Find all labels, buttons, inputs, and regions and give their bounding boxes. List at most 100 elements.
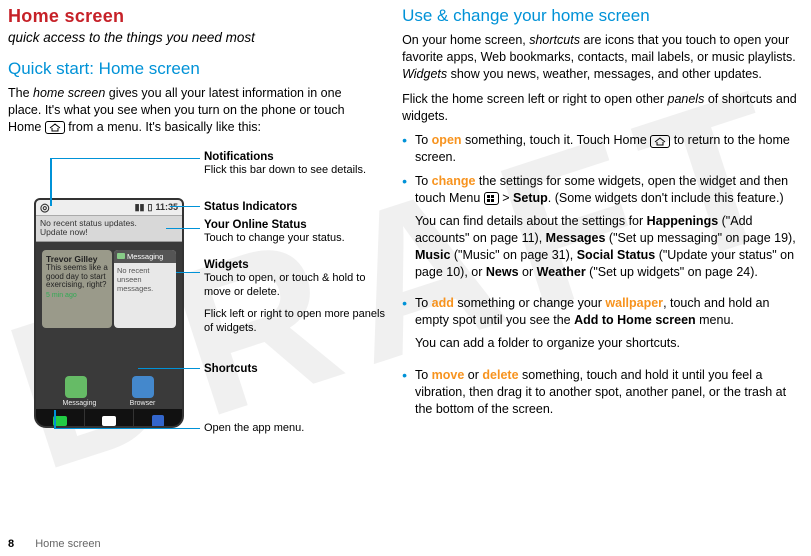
text: or <box>519 265 537 279</box>
signal-icon: ▮▮ <box>135 202 145 213</box>
leader-line <box>54 410 56 428</box>
footer-section: Home screen <box>35 538 100 550</box>
social-widget-card: Trevor Gilley This seems like a good day… <box>42 250 112 328</box>
wallpaper-orange: wallpaper <box>605 296 663 310</box>
news-bold: News <box>486 265 519 279</box>
page-footer: 8 Home screen <box>8 538 101 550</box>
text: > <box>499 191 513 205</box>
leader-line <box>170 206 200 208</box>
callout-flick-panels: Flick left or right to open more panels … <box>204 308 394 336</box>
shortcut-browser: Browser <box>130 376 156 407</box>
widget-text: This seems like a good day to start exer… <box>46 264 108 290</box>
text: Update now! <box>40 228 178 237</box>
text: The <box>8 86 33 100</box>
3g-icon: ▯ <box>148 202 153 213</box>
text: Flick the home screen left or right to o… <box>402 92 667 106</box>
leader-line <box>50 158 200 160</box>
panels-italic: panels <box>668 92 705 106</box>
happenings-bold: Happenings <box>647 214 719 228</box>
text: To <box>415 133 432 147</box>
bullet-list: To open something, touch it. Touch Home … <box>402 132 803 417</box>
online-status-banner: No recent status updates. Update now! <box>36 216 182 242</box>
text: On your home screen, <box>402 33 529 47</box>
text: menu. <box>696 313 734 327</box>
callout-widgets: Widgets Touch to open, or touch & hold t… <box>204 258 394 300</box>
text: ("Set up widgets" on page 24). <box>586 265 758 279</box>
callout-notifications: Notifications Flick this bar down to see… <box>204 150 374 178</box>
setup-bold: Setup <box>513 191 548 205</box>
dock-fixed-row <box>36 409 182 428</box>
action-open: open <box>432 133 462 147</box>
action-move: move <box>432 368 465 382</box>
callout-title: Notifications <box>204 150 374 164</box>
text: To <box>415 296 432 310</box>
text: something or change your <box>454 296 605 310</box>
action-change: change <box>432 174 476 188</box>
status-bar: ◎ ▮▮ ▯ 11:35 <box>36 200 182 216</box>
callout-title: Widgets <box>204 258 394 272</box>
notification-icon: ◎ <box>40 201 50 214</box>
callout-body: Open the app menu. <box>204 422 374 436</box>
text: ("Set up messaging" on page 19), <box>605 231 795 245</box>
shortcuts-italic: shortcuts <box>529 33 580 47</box>
text: You can find details about the settings … <box>415 214 647 228</box>
weather-bold: Weather <box>537 265 586 279</box>
right-p1: On your home screen, shortcuts are icons… <box>402 32 803 83</box>
text: To <box>415 174 432 188</box>
leader-line <box>138 368 200 370</box>
label: Browser <box>130 400 156 407</box>
text: show you news, weather, messages, and ot… <box>447 67 762 81</box>
music-bold: Music <box>415 248 450 262</box>
phone-mockup: ◎ ▮▮ ▯ 11:35 No recent status updates. U… <box>34 198 184 428</box>
bullet-open: To open something, touch it. Touch Home … <box>402 132 803 166</box>
callout-status-indicators: Status Indicators <box>204 200 374 214</box>
messaging-widget-card: Messaging No recent unseen messages. <box>114 250 176 328</box>
home-icon <box>650 135 670 148</box>
dock-shortcuts: Messaging Browser <box>36 372 182 407</box>
right-p2: Flick the home screen left or right to o… <box>402 91 803 125</box>
page-subtitle: quick access to the things you need most <box>8 29 378 47</box>
callout-title: Your Online Status <box>204 218 394 232</box>
messaging-widget-header: Messaging <box>114 250 176 263</box>
text: something, touch it. Touch Home <box>462 133 651 147</box>
envelope-icon <box>117 253 125 259</box>
messaging-widget-body: No recent unseen messages. <box>114 263 176 328</box>
home-icon <box>45 121 65 134</box>
phone-home-body: No recent status updates. Update now! Tr… <box>36 216 182 426</box>
action-delete: delete <box>482 368 518 382</box>
home-screen-italic: home screen <box>33 86 105 100</box>
contacts-button <box>134 409 182 428</box>
widgets-italic: Widgets <box>402 67 447 81</box>
social-status-bold: Social Status <box>577 248 656 262</box>
callout-shortcuts: Shortcuts <box>204 362 374 376</box>
text: ("Music" on page 31), <box>450 248 576 262</box>
clock: 11:35 <box>155 202 178 212</box>
use-change-heading: Use & change your home screen <box>402 6 803 26</box>
intro-paragraph: The home screen gives you all your lates… <box>8 85 378 136</box>
menu-icon <box>484 192 499 205</box>
quick-start-heading: Quick start: Home screen <box>8 59 378 79</box>
callout-body: Flick left or right to open more panels … <box>204 308 394 336</box>
leader-line <box>176 272 200 274</box>
bullet-add-sub: You can add a folder to organize your sh… <box>415 335 803 352</box>
leader-line <box>50 158 52 206</box>
leader-line <box>166 228 200 230</box>
callout-title: Shortcuts <box>204 362 374 376</box>
callout-app-menu: Open the app menu. <box>204 422 374 436</box>
bullet-change: To change the settings for some widgets,… <box>402 173 803 288</box>
text: To <box>415 368 432 382</box>
callout-online-status: Your Online Status Touch to change your … <box>204 218 394 246</box>
bullet-move-delete: To move or delete something, touch and h… <box>402 367 803 418</box>
bullet-change-sub: You can find details about the settings … <box>415 213 803 281</box>
callout-title: Status Indicators <box>204 200 374 214</box>
callout-body: Flick this bar down to see details. <box>204 164 374 178</box>
shortcut-messaging: Messaging <box>63 376 89 407</box>
leader-line <box>54 428 200 430</box>
text: or <box>464 368 482 382</box>
home-screen-diagram: ◎ ▮▮ ▯ 11:35 No recent status updates. U… <box>8 150 378 450</box>
phone-dock: Messaging Browser <box>36 372 182 426</box>
text: from a menu. It's basically like this: <box>65 120 261 134</box>
phone-button <box>36 409 85 428</box>
text: Messaging <box>127 252 163 261</box>
add-to-home-bold: Add to Home screen <box>574 313 696 327</box>
